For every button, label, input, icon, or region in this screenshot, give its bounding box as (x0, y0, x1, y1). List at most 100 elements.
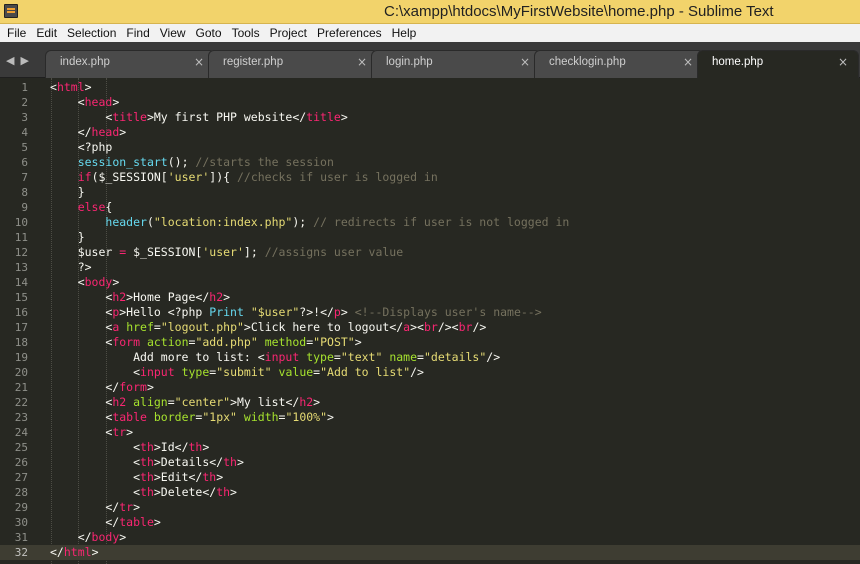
code-line[interactable]: 30 </table> (0, 515, 860, 530)
line-number: 19 (14, 351, 28, 364)
line-number: 18 (14, 336, 28, 349)
code-text: <input type="submit" value="Add to list"… (50, 365, 424, 379)
chevron-right-icon[interactable]: ▶ (20, 54, 34, 67)
code-text: <th>Id</th> (50, 440, 210, 454)
code-line[interactable]: 26 <th>Details</th> (0, 455, 860, 470)
line-number: 23 (14, 411, 28, 424)
menu-file[interactable]: File (2, 25, 31, 41)
code-line[interactable]: 12 $user = $_SESSION['user']; //assigns … (0, 245, 860, 260)
menu-help[interactable]: Help (387, 25, 422, 41)
code-line[interactable]: 1 <html> (0, 80, 860, 95)
code-line[interactable]: 22 <h2 align="center">My list</h2> (0, 395, 860, 410)
line-number: 1 (21, 81, 28, 94)
close-icon[interactable]: × (683, 55, 693, 69)
code-line[interactable]: 11 } (0, 230, 860, 245)
code-text: <a href="logout.php">Click here to logou… (50, 320, 487, 334)
code-text: <th>Details</th> (50, 455, 244, 469)
code-line[interactable]: 17 <a href="logout.php">Click here to lo… (0, 320, 860, 335)
code-line[interactable]: 15 <h2>Home Page</h2> (0, 290, 860, 305)
tab-login-php[interactable]: login.php × (371, 50, 541, 78)
code-text: ?> (50, 260, 92, 274)
line-number: 3 (21, 111, 28, 124)
code-line[interactable]: 4 </head> (0, 125, 860, 140)
code-text: <form action="add.php" method="POST"> (50, 335, 362, 349)
code-line[interactable]: 23 <table border="1px" width="100%"> (0, 410, 860, 425)
tab-index-php[interactable]: index.php × (45, 50, 215, 78)
code-line[interactable]: 14 <body> (0, 275, 860, 290)
line-number: 29 (14, 501, 28, 514)
tab-register-php[interactable]: register.php × (208, 50, 378, 78)
code-text: <title>My first PHP website</title> (50, 110, 348, 124)
line-number: 12 (14, 246, 28, 259)
line-number: 15 (14, 291, 28, 304)
line-number: 14 (14, 276, 28, 289)
code-line[interactable]: 28 <th>Delete</th> (0, 485, 860, 500)
tab-checklogin-php[interactable]: checklogin.php × (534, 50, 704, 78)
line-number: 13 (14, 261, 28, 274)
code-text: <h2 align="center">My list</h2> (50, 395, 321, 409)
line-number: 27 (14, 471, 28, 484)
code-text: <tr> (50, 425, 134, 439)
code-line[interactable]: 7 if($_SESSION['user']){ //checks if use… (0, 170, 860, 185)
line-number: 25 (14, 441, 28, 454)
code-text: else{ (77, 200, 113, 214)
code-text: if($_SESSION['user']){ //checks if user … (77, 170, 438, 184)
code-line[interactable]: 3 <title>My first PHP website</title> (0, 110, 860, 125)
code-editor[interactable]: 1 <html> 2 <head> 3 <title>My first PHP web… (0, 78, 860, 564)
line-number: 10 (14, 216, 28, 229)
code-line[interactable]: 9 else{ (0, 200, 860, 215)
line-number: 6 (21, 156, 28, 169)
code-line[interactable]: 29 </tr> (0, 500, 860, 515)
line-number: 9 (21, 201, 28, 214)
menu-view[interactable]: View (155, 25, 191, 41)
code-line[interactable]: 25 <th>Id</th> (0, 440, 860, 455)
line-number: 28 (14, 486, 28, 499)
code-text: </form> (50, 380, 154, 394)
line-number: 11 (14, 231, 28, 244)
code-line[interactable]: 32 </html> (0, 545, 860, 560)
close-icon[interactable]: × (838, 55, 848, 69)
window-title: C:\xampp\htdocs\MyFirstWebsite\home.php … (384, 3, 774, 20)
code-text: session_start(); //starts the session (77, 155, 334, 169)
close-icon[interactable]: × (357, 55, 367, 69)
code-line[interactable]: 10 header("location:index.php"); // redi… (0, 215, 860, 230)
close-icon[interactable]: × (194, 55, 204, 69)
menu-find[interactable]: Find (121, 25, 154, 41)
line-number: 2 (21, 96, 28, 109)
code-line[interactable]: 18 <form action="add.php" method="POST"> (0, 335, 860, 350)
code-line[interactable]: 2 <head> (0, 95, 860, 110)
code-line[interactable]: 21 </form> (0, 380, 860, 395)
menu-project[interactable]: Project (265, 25, 312, 41)
line-number: 31 (14, 531, 28, 544)
code-text: <body> (50, 275, 120, 289)
tab-home-php[interactable]: home.php × (697, 50, 859, 78)
code-line[interactable]: 13 ?> (0, 260, 860, 275)
chevron-left-icon[interactable]: ◀ (6, 54, 20, 67)
code-line[interactable]: 19 Add more to list: <input type="text" … (0, 350, 860, 365)
menu-preferences[interactable]: Preferences (312, 25, 387, 41)
code-text: <th>Delete</th> (50, 485, 237, 499)
code-text: </body> (50, 530, 127, 544)
menu-goto[interactable]: Goto (191, 25, 227, 41)
tab-label: login.php (386, 56, 433, 68)
code-line[interactable]: 31 </body> (0, 530, 860, 545)
code-line[interactable]: 8 } (0, 185, 860, 200)
line-number: 17 (14, 321, 28, 334)
close-icon[interactable]: × (520, 55, 530, 69)
code-text: header("location:index.php"); // redirec… (105, 215, 570, 229)
code-line[interactable]: 27 <th>Edit</th> (0, 470, 860, 485)
code-line[interactable]: 16 <p>Hello <?php Print "$user"?>!</p> <… (0, 305, 860, 320)
menu-tools[interactable]: Tools (227, 25, 265, 41)
code-line[interactable]: 6 session_start(); //starts the session (0, 155, 860, 170)
tab-label: index.php (60, 56, 110, 68)
code-line[interactable]: 24 <tr> (0, 425, 860, 440)
code-line[interactable]: 20 <input type="submit" value="Add to li… (0, 365, 860, 380)
code-line[interactable]: 5 <?php (0, 140, 860, 155)
menu-edit[interactable]: Edit (31, 25, 62, 41)
code-text: <html> (50, 80, 92, 94)
code-text: <th>Edit</th> (50, 470, 224, 484)
line-number: 22 (14, 396, 28, 409)
line-number: 26 (14, 456, 28, 469)
menu-selection[interactable]: Selection (62, 25, 121, 41)
code-text: } (50, 185, 85, 199)
